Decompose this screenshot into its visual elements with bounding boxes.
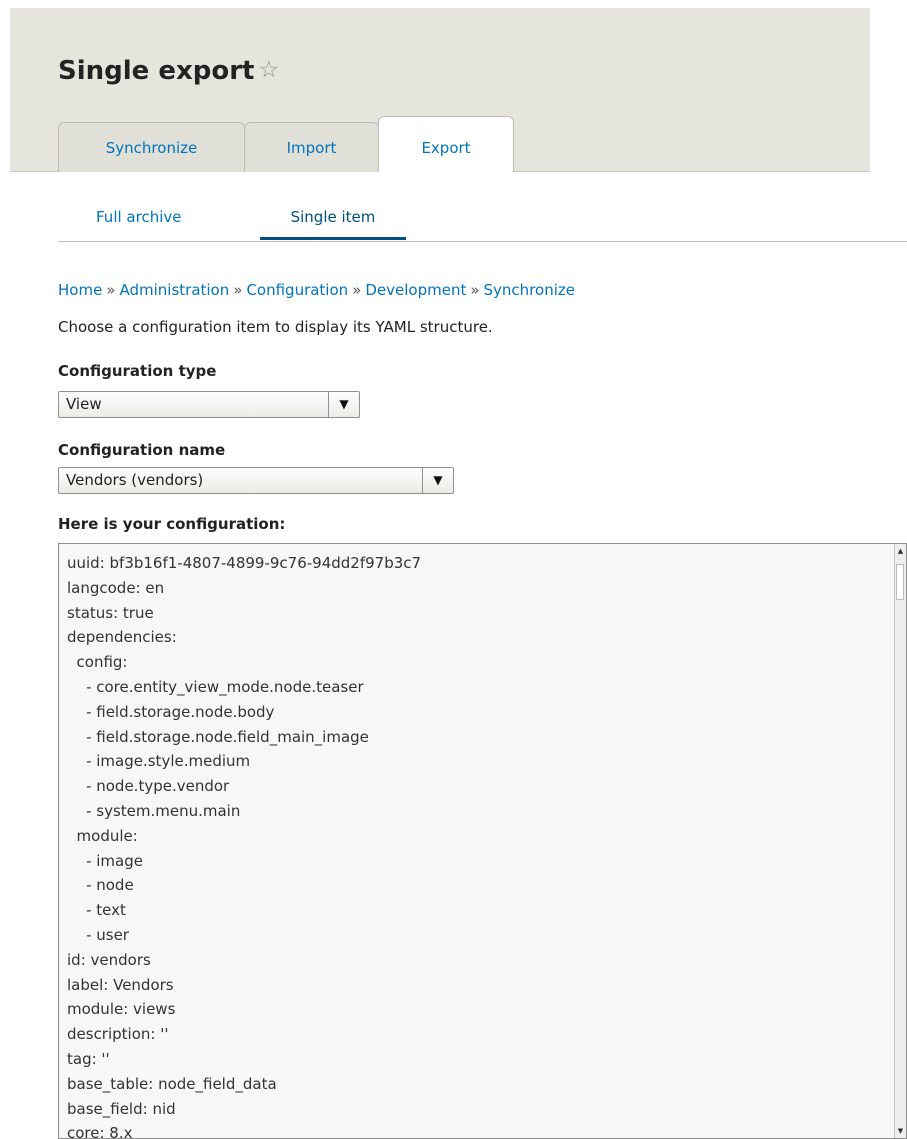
scroll-down-icon[interactable]: ▼ <box>895 1124 906 1138</box>
breadcrumb-separator: » <box>352 281 362 299</box>
primary-tabs: Synchronize Import Export <box>58 116 514 172</box>
breadcrumb-development[interactable]: Development <box>365 281 466 299</box>
tab-synchronize[interactable]: Synchronize <box>58 122 245 172</box>
star-icon[interactable]: ☆ <box>259 57 280 83</box>
config-textarea[interactable]: uuid: bf3b16f1-4807-4899-9c76-94dd2f97b3… <box>58 543 907 1139</box>
breadcrumb-home[interactable]: Home <box>58 281 102 299</box>
config-output-label: Here is your configuration: <box>58 515 286 533</box>
page-description: Choose a configuration item to display i… <box>58 318 493 336</box>
breadcrumb-separator: » <box>470 281 480 299</box>
scrollbar-thumb[interactable] <box>896 564 904 600</box>
config-name-value: Vendors (vendors) <box>66 471 204 489</box>
tab-single-item[interactable]: Single item <box>260 208 406 240</box>
config-name-label: Configuration name <box>58 441 226 459</box>
config-type-label: Configuration type <box>58 362 217 380</box>
breadcrumb: Home» Administration» Configuration» Develo… <box>58 281 575 299</box>
tab-import[interactable]: Import <box>244 122 379 172</box>
breadcrumb-separator: » <box>106 281 116 299</box>
page-title: Single export ☆ <box>58 56 279 86</box>
config-yaml-text[interactable]: uuid: bf3b16f1-4807-4899-9c76-94dd2f97b3… <box>67 551 421 1138</box>
config-type-select[interactable]: View ▼ <box>58 391 360 418</box>
chevron-down-icon[interactable]: ▼ <box>422 468 453 493</box>
breadcrumb-configuration[interactable]: Configuration <box>246 281 348 299</box>
chevron-down-icon[interactable]: ▼ <box>328 392 359 417</box>
config-name-select[interactable]: Vendors (vendors) ▼ <box>58 467 454 494</box>
breadcrumb-synchronize[interactable]: Synchronize <box>484 281 575 299</box>
scroll-up-icon[interactable]: ▲ <box>895 544 906 558</box>
page-title-text: Single export <box>58 56 255 86</box>
page-header: Single export ☆ Synchronize Import Export <box>10 8 870 172</box>
tab-full-archive[interactable]: Full archive <box>96 208 181 226</box>
breadcrumb-administration[interactable]: Administration <box>119 281 229 299</box>
secondary-tabs: Full archive Single item <box>58 196 907 242</box>
textarea-scrollbar[interactable]: ▲ ▼ <box>894 544 906 1138</box>
breadcrumb-separator: » <box>233 281 243 299</box>
config-type-value: View <box>66 395 102 413</box>
tab-export[interactable]: Export <box>378 116 514 172</box>
